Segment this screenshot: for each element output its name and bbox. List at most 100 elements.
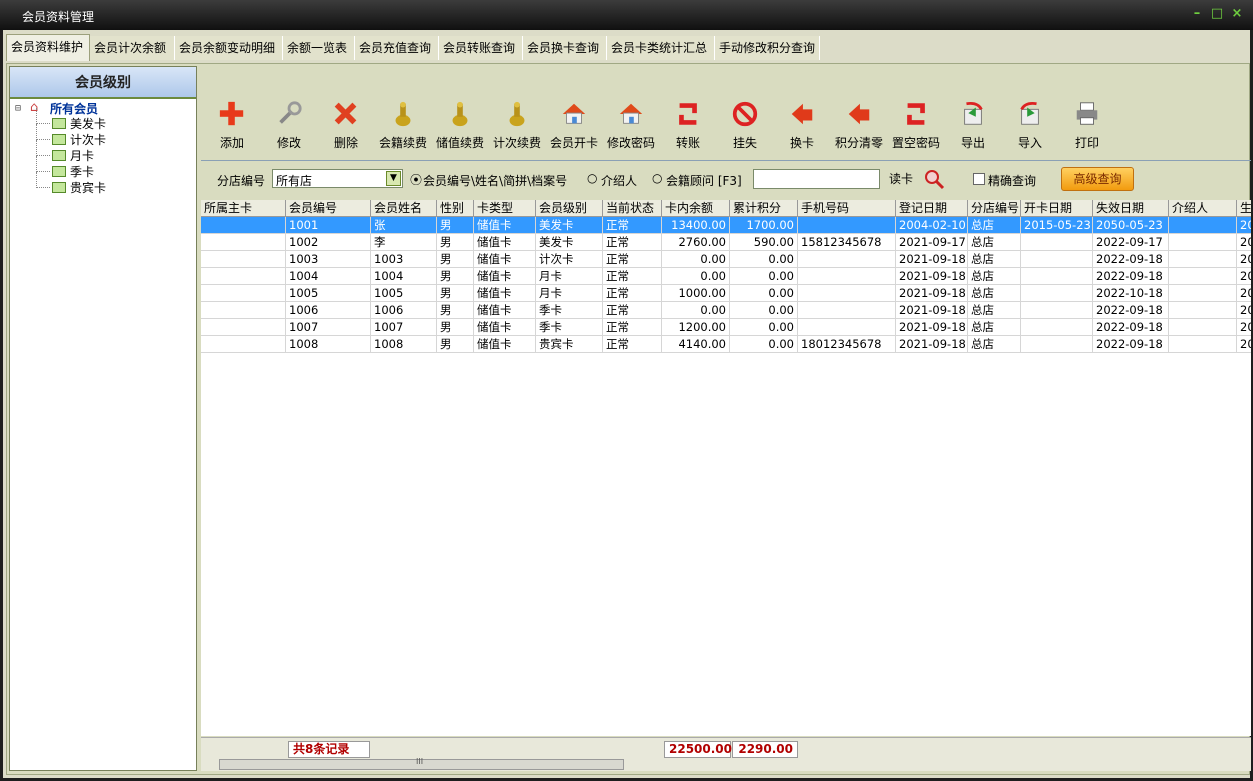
table-cell: 1008: [286, 336, 371, 353]
table-cell: [201, 336, 286, 353]
radio-advisor[interactable]: ○: [652, 171, 662, 185]
open-card-button[interactable]: 会员开卡: [545, 100, 603, 151]
tree-collapse-icon[interactable]: ⊟: [15, 101, 21, 117]
reset-password-button[interactable]: 置空密码: [887, 100, 945, 151]
chevron-down-icon[interactable]: ▼: [386, 171, 401, 186]
table-cell: [1021, 234, 1093, 251]
table-row[interactable]: 1005 1005 男储值卡 月卡 正常 1000.00 0.00 2021-09-18 总店 2…: [201, 285, 1251, 302]
advanced-query-button[interactable]: 高级查询: [1061, 167, 1134, 191]
folder-icon: [52, 134, 66, 145]
folder-icon: [52, 118, 66, 129]
radio-member-selected[interactable]: ⦿: [410, 171, 422, 188]
column-header[interactable]: 所属主卡: [201, 200, 286, 217]
table-cell: 男: [437, 285, 474, 302]
table-cell: 1700.00: [730, 217, 798, 234]
maximize-icon[interactable]: □: [1210, 6, 1224, 22]
change-password-button[interactable]: 修改密码: [602, 100, 660, 151]
import-button[interactable]: 导入: [1001, 100, 1059, 151]
toolbar-label: 修改: [276, 136, 301, 150]
table-cell: 15812345678: [798, 234, 896, 251]
tab-3[interactable]: 余额一览表: [283, 36, 355, 60]
column-header[interactable]: 卡内余额: [662, 200, 730, 217]
tree-item-3[interactable]: 季卡: [70, 164, 94, 180]
search-icon[interactable]: [923, 168, 945, 190]
tree-item-0[interactable]: 美发卡: [70, 116, 106, 132]
table-row[interactable]: 1007 1007 男储值卡 季卡 正常 1200.00 0.00 2021-09-18 总店 2…: [201, 319, 1251, 336]
table-cell: 20: [1237, 285, 1251, 302]
edit-button[interactable]: 修改: [260, 100, 318, 151]
toolbar-label: 挂失: [732, 136, 757, 150]
column-header[interactable]: 登记日期: [896, 200, 968, 217]
clear-points-button[interactable]: 积分清零: [830, 100, 888, 151]
close-icon[interactable]: ×: [1230, 6, 1244, 22]
table-cell: 正常: [603, 336, 662, 353]
column-header[interactable]: 分店编号: [968, 200, 1021, 217]
minimize-icon[interactable]: –: [1190, 6, 1204, 22]
toolbar-label: 换卡: [789, 136, 814, 150]
table-cell: [1021, 319, 1093, 336]
column-header[interactable]: 会员级别: [536, 200, 603, 217]
tab-8[interactable]: 手动修改积分查询: [715, 36, 820, 60]
add-button[interactable]: 添加: [203, 100, 261, 151]
report-loss-button[interactable]: 挂失: [716, 100, 774, 151]
column-header[interactable]: 性别: [437, 200, 474, 217]
tab-4[interactable]: 会员充值查询: [355, 36, 439, 60]
column-header[interactable]: 开卡日期: [1021, 200, 1093, 217]
column-header[interactable]: 介绍人: [1169, 200, 1237, 217]
table-row[interactable]: 1003 1003 男储值卡 计次卡 正常 0.00 0.00 2021-09-18 总店 202…: [201, 251, 1251, 268]
table-cell: [201, 217, 286, 234]
main-window: 会员资料维护 会员计次余额 会员余额变动明细 余额一览表 会员充值查询 会员转账查询 会员换…: [3, 30, 1251, 778]
points-total: 2290.00: [732, 741, 798, 758]
export-button[interactable]: 导出: [944, 100, 1002, 151]
column-header[interactable]: 失效日期: [1093, 200, 1169, 217]
table-cell: 0.00: [730, 285, 798, 302]
table-cell: 总店: [968, 302, 1021, 319]
table-cell: 总店: [968, 319, 1021, 336]
table-cell: [1021, 302, 1093, 319]
tree-item-2[interactable]: 月卡: [70, 148, 94, 164]
arrow-icon: [848, 103, 870, 125]
tree-item-1[interactable]: 计次卡: [70, 132, 106, 148]
search-input[interactable]: [753, 169, 880, 189]
column-header[interactable]: 累计积分: [730, 200, 798, 217]
table-cell: 1004: [371, 268, 437, 285]
column-header[interactable]: 手机号码: [798, 200, 896, 217]
table-cell: 储值卡: [474, 268, 536, 285]
tree-connector: [36, 172, 50, 188]
tab-2[interactable]: 会员余额变动明细: [175, 36, 283, 60]
table-row[interactable]: 1006 1006 男储值卡 季卡 正常 0.00 0.00 2021-09-18 总店 2022…: [201, 302, 1251, 319]
tab-6[interactable]: 会员换卡查询: [523, 36, 607, 60]
membership-renew-button[interactable]: 会籍续费: [374, 100, 432, 151]
tab-7[interactable]: 会员卡类统计汇总: [607, 36, 715, 60]
tab-5[interactable]: 会员转账查询: [439, 36, 523, 60]
transfer-button[interactable]: 转账: [659, 100, 717, 151]
toolbar-label: 打印: [1074, 136, 1099, 150]
tab-0[interactable]: 会员资料维护: [6, 34, 90, 61]
tab-1[interactable]: 会员计次余额: [90, 36, 175, 60]
horizontal-scrollbar[interactable]: III: [219, 757, 624, 770]
branch-select[interactable]: 所有店 ▼: [272, 169, 403, 188]
table-row[interactable]: 1001 张男储值卡 美发卡 正常 13400.00 1700.00 2004-02-10 总…: [201, 217, 1251, 234]
count-renew-button[interactable]: 计次续费: [488, 100, 546, 151]
tree-item-4[interactable]: 贵宾卡: [70, 180, 106, 196]
table-row[interactable]: 1002 李男储值卡 美发卡 正常 2760.00 590.00 15812345678 20…: [201, 234, 1251, 251]
table-row[interactable]: 1004 1004 男储值卡 月卡 正常 0.00 0.00 2021-09-18 总店 2022…: [201, 268, 1251, 285]
stored-value-renew-button[interactable]: 储值续费: [431, 100, 489, 151]
table-row[interactable]: 1008 1008 男储值卡 贵宾卡 正常 4140.00 0.00 18012345678 2…: [201, 336, 1251, 353]
column-header[interactable]: 卡类型: [474, 200, 536, 217]
column-header[interactable]: 生: [1237, 200, 1251, 217]
tree-root[interactable]: 所有会员: [50, 101, 98, 117]
table-cell: 1006: [286, 302, 371, 319]
table-cell: 储值卡: [474, 302, 536, 319]
change-card-button[interactable]: 换卡: [773, 100, 831, 151]
radio-referrer[interactable]: ○: [587, 171, 597, 185]
table-cell: 总店: [968, 217, 1021, 234]
exact-query-checkbox[interactable]: [973, 173, 985, 185]
column-header[interactable]: 会员姓名: [371, 200, 437, 217]
table-cell: 正常: [603, 319, 662, 336]
delete-button[interactable]: 删除: [317, 100, 375, 151]
table-cell: 正常: [603, 302, 662, 319]
column-header[interactable]: 会员编号: [286, 200, 371, 217]
print-button[interactable]: 打印: [1058, 100, 1116, 151]
column-header[interactable]: 当前状态: [603, 200, 662, 217]
